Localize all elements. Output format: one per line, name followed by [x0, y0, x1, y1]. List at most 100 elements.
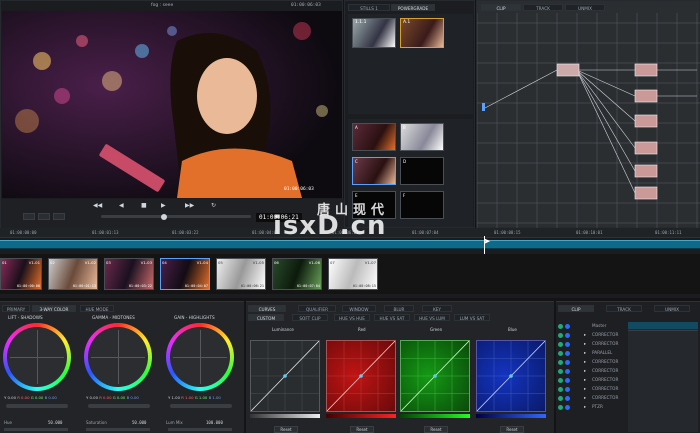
expand-icon[interactable]: ▸ [584, 367, 586, 375]
tab-blur[interactable]: BLUR [384, 305, 414, 312]
lock-icon[interactable] [565, 386, 570, 392]
clip-thumbnail[interactable]: 07 V1-07 01:00:08:15 [328, 258, 378, 290]
keyframe-area[interactable] [628, 322, 698, 432]
tool-button-2[interactable] [38, 213, 50, 220]
clip-thumbnail-selected[interactable]: 04 V1-04 01:00:04:07 [160, 258, 210, 290]
lum-mix-slider[interactable] [168, 428, 232, 431]
memory-thumbnail[interactable]: B [400, 123, 444, 151]
lock-icon[interactable] [565, 350, 570, 356]
skip-back-icon[interactable]: ◀◀ [93, 202, 102, 209]
master-slider-gain[interactable] [170, 404, 232, 408]
lift-wheel[interactable] [3, 323, 71, 391]
visibility-icon[interactable] [558, 368, 563, 374]
expand-icon[interactable]: ▸ [584, 385, 586, 393]
keyframe-bar[interactable] [628, 322, 698, 329]
tab-node-track[interactable]: TRACK [523, 4, 563, 11]
tab-hue-mode[interactable]: HUE MODE [80, 305, 114, 312]
curve-red[interactable] [326, 340, 396, 412]
list-item[interactable]: ▸ CORRECTOR [558, 367, 626, 375]
expand-icon[interactable]: ▸ [584, 358, 586, 366]
list-item[interactable]: ▸ CORRECTOR [558, 331, 626, 339]
tab-stills[interactable]: STILLS 1 [348, 4, 390, 11]
expand-icon[interactable]: ▸ [584, 340, 586, 348]
gamma-wheel[interactable] [84, 323, 152, 391]
list-item[interactable]: ▸ PARALLEL [558, 349, 626, 357]
video-frame[interactable]: 01:00:06:03 [2, 11, 342, 198]
gain-wheel[interactable] [166, 323, 234, 391]
lock-icon[interactable] [565, 404, 570, 410]
stop-icon[interactable]: ■ [141, 202, 147, 209]
master-slider-gamma[interactable] [88, 404, 150, 408]
tab-list-clip[interactable]: CLIP [558, 305, 594, 312]
curve-blue[interactable] [476, 340, 546, 412]
subtab-lum-vs-sat[interactable]: LUM VS SAT [454, 314, 490, 321]
tab-node-clip[interactable]: CLIP [481, 4, 521, 11]
visibility-icon[interactable] [558, 323, 563, 329]
visibility-icon[interactable] [558, 377, 563, 383]
still-thumbnail[interactable]: 1.1.1 [352, 18, 396, 48]
tab-key[interactable]: KEY [422, 305, 452, 312]
lock-icon[interactable] [565, 332, 570, 338]
list-item[interactable]: Master [558, 322, 626, 330]
lock-icon[interactable] [565, 377, 570, 383]
subtab-custom[interactable]: CUSTOM [248, 314, 284, 321]
curve-green[interactable] [400, 340, 470, 412]
expand-icon[interactable]: ▸ [584, 349, 586, 357]
hue-value[interactable]: 50.000 [48, 420, 62, 425]
reset-blue-button[interactable]: Reset [500, 426, 524, 433]
memory-thumbnail[interactable]: D [400, 157, 444, 185]
master-slider-lift[interactable] [6, 404, 68, 408]
lock-icon[interactable] [565, 368, 570, 374]
tab-curves[interactable]: CURVES [248, 305, 286, 312]
tab-node-unmix[interactable]: UNMIX [565, 4, 605, 11]
scrubber-handle[interactable] [161, 213, 167, 220]
list-item[interactable]: ▸ CORRECTOR [558, 358, 626, 366]
expand-icon[interactable]: ▸ [584, 376, 586, 384]
clip-thumbnail[interactable]: 01 V1-01 01:00:00:00 [0, 258, 42, 290]
memory-thumbnail[interactable]: C [352, 157, 396, 185]
list-item[interactable]: ▸ CORRECTOR [558, 394, 626, 402]
expand-icon[interactable]: ▸ [584, 394, 586, 402]
visibility-icon[interactable] [558, 386, 563, 392]
tab-window[interactable]: WINDOW [342, 305, 376, 312]
visibility-icon[interactable] [558, 395, 563, 401]
tab-3way-color[interactable]: 3-WAY COLOR [32, 305, 76, 312]
reset-luminance-button[interactable]: Reset [274, 426, 298, 433]
tab-list-track[interactable]: TRACK [606, 305, 642, 312]
tab-qualifier[interactable]: QUALIFIER [298, 305, 336, 312]
expand-icon[interactable]: ▸ [584, 331, 586, 339]
tool-button-3[interactable] [53, 213, 65, 220]
lock-icon[interactable] [565, 359, 570, 365]
step-forward-icon[interactable]: ▶▶ [185, 202, 194, 209]
clip-thumbnail[interactable]: 05 V1-05 01:00:06:21 [216, 258, 266, 290]
visibility-icon[interactable] [558, 359, 563, 365]
clip-thumbnail[interactable]: 02 V1-02 01:00:01:13 [48, 258, 98, 290]
list-item[interactable]: ▸ CORRECTOR [558, 340, 626, 348]
tab-list-unmix[interactable]: UNMIX [654, 305, 690, 312]
tool-button-1[interactable] [23, 213, 35, 220]
subtab-hue-vs-lum[interactable]: HUE VS LUM [414, 314, 450, 321]
lock-icon[interactable] [565, 395, 570, 401]
node-graph[interactable] [477, 13, 700, 228]
saturation-value[interactable]: 50.000 [132, 420, 146, 425]
subtab-soft-clip[interactable]: SOFT CLIP [292, 314, 328, 321]
lock-icon[interactable] [565, 323, 570, 329]
visibility-icon[interactable] [558, 332, 563, 338]
saturation-slider[interactable] [86, 428, 150, 431]
list-item[interactable]: ▸ CORRECTOR [558, 385, 626, 393]
clip-thumbnail[interactable]: 03 V1-03 01:00:03:22 [104, 258, 154, 290]
list-item[interactable]: ▸ PTZR [558, 403, 626, 411]
lock-icon[interactable] [565, 341, 570, 347]
clip-thumbnail[interactable]: 06 V1-06 01:00:07:04 [272, 258, 322, 290]
subtab-hue-vs-sat[interactable]: HUE VS SAT [374, 314, 410, 321]
memory-thumbnail[interactable]: A [352, 123, 396, 151]
tab-primary[interactable]: PRIMARY [2, 305, 30, 312]
still-thumbnail[interactable]: A.1 [400, 18, 444, 48]
tab-powergrade[interactable]: POWERGRADE [391, 4, 435, 11]
lum-mix-value[interactable]: 100.000 [206, 420, 223, 425]
curve-luminance[interactable] [250, 340, 320, 412]
expand-icon[interactable]: ▸ [584, 403, 586, 411]
visibility-icon[interactable] [558, 404, 563, 410]
hue-slider[interactable] [4, 428, 68, 431]
visibility-icon[interactable] [558, 341, 563, 347]
